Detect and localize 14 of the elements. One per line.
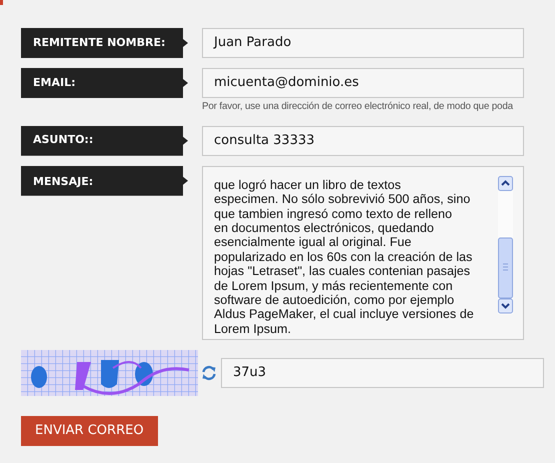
submit-button[interactable]: ENVIAR CORREO <box>21 416 158 446</box>
field-label: ASUNTO:: <box>21 126 188 156</box>
captcha-field[interactable]: 37u3 <box>221 358 544 388</box>
message-field[interactable]: que logró hacer un libro de textos especimen. No sólo sobrevivió 500 años, sino que tambien ingresó como texto de relleno en documentos electrónicos, quedando esencialmente igual al original. Fue popularizado en los 60s con la creación de las hojas "Letraset", las cuales contenian pasajes de Lorem Ipsum, y más recientemente con software de autoedición, como por ejemplo Aldus PageMaker, el cual incluye versiones de Lorem Ipsum. <box>202 166 524 340</box>
field-label: MENSAJE: <box>21 166 188 196</box>
input-field[interactable]: Juan Parado <box>202 28 524 58</box>
input-field[interactable]: consulta 33333 <box>202 126 524 156</box>
field-label: EMAIL: <box>21 68 188 98</box>
scrollbar[interactable] <box>498 176 513 314</box>
input-field[interactable]: micuenta@dominio.es <box>202 68 524 98</box>
hint-text: Por favor, use una dirección de correo electrónico real, de modo que poda <box>202 100 513 114</box>
corner-mark <box>0 0 3 5</box>
refresh-icon[interactable] <box>201 364 217 381</box>
field-label: REMITENTE NOMBRE: <box>21 28 188 58</box>
